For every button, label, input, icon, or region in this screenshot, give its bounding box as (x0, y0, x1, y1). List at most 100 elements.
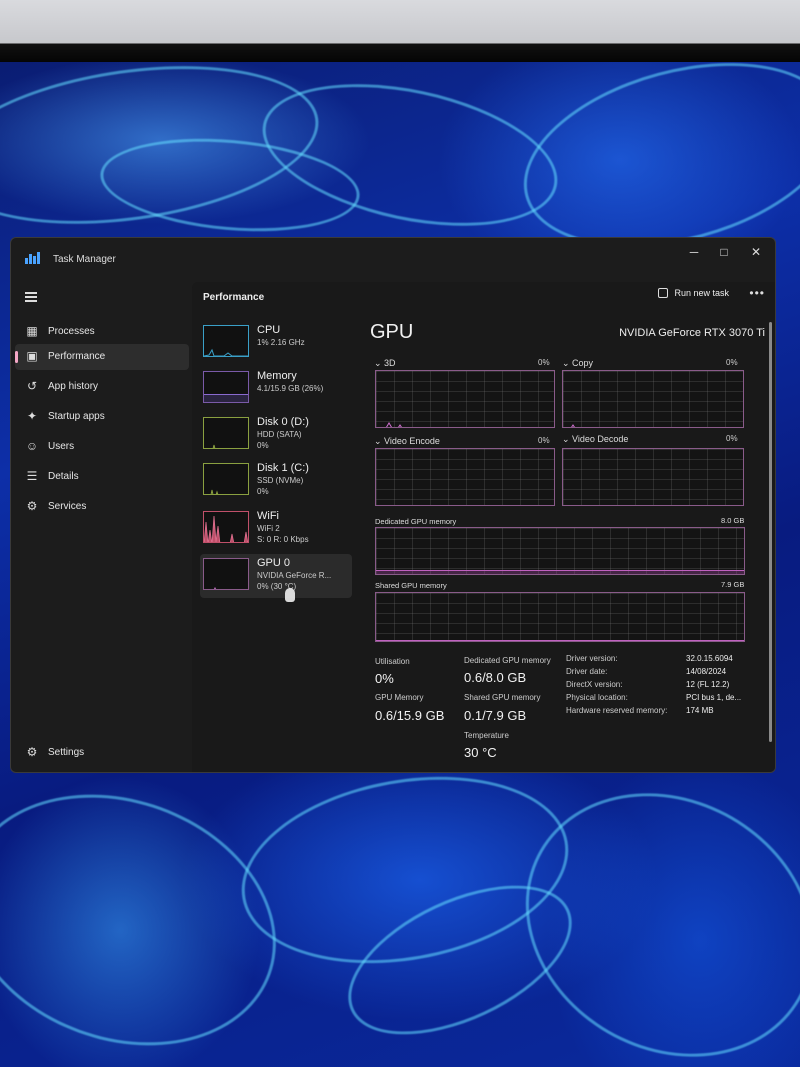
window-title: Task Manager (53, 254, 116, 265)
close-button[interactable]: ✕ (741, 242, 771, 262)
device-gpu-0[interactable]: GPU 0 NVIDIA GeForce R... 0% (30 °C) (200, 554, 352, 598)
disk-0-thumbnail-graph (203, 417, 249, 449)
hamburger-menu-icon[interactable] (25, 292, 37, 302)
page-title: Performance (203, 292, 265, 303)
disk-1-thumbnail-graph (203, 463, 249, 495)
performance-icon: ▣ (26, 349, 38, 363)
temperature-label: Temperature (464, 731, 509, 740)
sidebar-item-services[interactable]: ⚙ Services (15, 494, 189, 520)
driver-date-label: Driver date: (566, 667, 608, 676)
run-new-task-label: Run new task (674, 288, 729, 298)
wifi-thumbnail-graph (203, 511, 249, 543)
disk-0-sparkline (212, 444, 216, 448)
cpu-sparkline (204, 348, 248, 356)
disk-1-sparkline (210, 489, 219, 494)
device-detail: 4.1/15.9 GB (26%) (257, 384, 324, 393)
physical-location-label: Physical location: (566, 693, 628, 702)
shared-stat-label: Shared GPU memory (464, 693, 541, 702)
engine-video-decode-percent: 0% (726, 434, 738, 443)
physical-location-value: PCI bus 1, de... (686, 693, 742, 702)
engine-copy-graph (562, 370, 744, 428)
hardware-reserved-memory-label: Hardware reserved memory: (566, 706, 668, 715)
sidebar-item-label: Startup apps (48, 411, 105, 422)
task-manager-window: Task Manager ─ □ ✕ ▦ Processes ▣ Perform… (10, 237, 776, 773)
gpu-title: GPU (370, 321, 414, 343)
device-cpu[interactable]: CPU 1% 2.16 GHz (200, 321, 352, 365)
engine-copy-label[interactable]: ⌄ Copy (562, 358, 593, 369)
sidebar-item-app-history[interactable]: ↺ App history (15, 374, 189, 400)
device-detail: 0% (257, 441, 269, 450)
device-name: CPU (257, 324, 281, 336)
device-list: CPU 1% 2.16 GHz Memory 4.1/15.9 GB (26%)… (192, 315, 354, 772)
sidebar-item-label: Processes (48, 326, 95, 337)
startup-apps-icon: ✦ (26, 409, 38, 423)
engine-3d-line (386, 422, 402, 427)
task-manager-icon (25, 252, 40, 264)
device-detail: 0% (257, 487, 269, 496)
sidebar-item-details[interactable]: ☰ Details (15, 464, 189, 490)
temperature-value: 30 °C (464, 745, 497, 760)
directx-version-value: 12 (FL 12.2) (686, 680, 730, 689)
engine-video-decode-label[interactable]: ⌄ Video Decode (562, 434, 628, 445)
engine-copy-percent: 0% (726, 358, 738, 367)
title-bar[interactable]: Task Manager ─ □ ✕ (11, 238, 775, 282)
engine-video-encode-percent: 0% (538, 436, 550, 445)
detail-scrollbar[interactable] (769, 322, 772, 742)
services-icon: ⚙ (26, 499, 38, 513)
device-disk-1[interactable]: Disk 1 (C:) SSD (NVMe) 0% (200, 459, 352, 503)
sidebar-item-users[interactable]: ☺ Users (15, 434, 189, 460)
sidebar-item-label: Services (48, 501, 87, 512)
sidebar-item-processes[interactable]: ▦ Processes (15, 319, 189, 345)
sidebar-item-performance[interactable]: ▣ Performance (15, 344, 189, 370)
memory-thumbnail-graph (203, 371, 249, 403)
gpu-memory-value: 0.6/15.9 GB (375, 708, 445, 723)
settings-icon: ⚙ (26, 745, 38, 759)
sidebar-item-label: Details (48, 471, 79, 482)
sidebar-item-label: Performance (48, 351, 106, 362)
sidebar-item-startup-apps[interactable]: ✦ Startup apps (15, 404, 189, 430)
engine-3d-label[interactable]: ⌄ 3D (374, 358, 396, 369)
shared-memory-label: Shared GPU memory (375, 581, 447, 590)
utilisation-value: 0% (375, 671, 394, 686)
utilisation-label: Utilisation (375, 657, 410, 666)
device-detail: SSD (NVMe) (257, 476, 304, 485)
app-history-icon: ↺ (26, 379, 38, 393)
device-detail: HDD (SATA) (257, 430, 302, 439)
engine-video-encode-label[interactable]: ⌄ Video Encode (374, 436, 440, 447)
sidebar-item-label: Settings (48, 747, 85, 758)
engine-copy-line (571, 424, 575, 427)
wifi-sparkline (204, 515, 248, 542)
device-name: Memory (257, 370, 297, 382)
device-detail: S: 0 R: 0 Kbps (257, 535, 309, 544)
dedicated-stat-value: 0.6/8.0 GB (464, 670, 527, 685)
driver-version-label: Driver version: (566, 654, 618, 663)
device-detail: 1% 2.16 GHz (257, 338, 305, 347)
directx-version-label: DirectX version: (566, 680, 623, 689)
gpu-thumbnail-graph (203, 558, 249, 590)
engine-video-decode-graph (562, 448, 744, 506)
shared-stat-value: 0.1/7.9 GB (464, 708, 527, 723)
device-name: Disk 0 (D:) (257, 416, 309, 428)
engine-3d-graph (375, 370, 555, 428)
mouse-cursor-icon (285, 588, 295, 602)
run-new-task-button[interactable]: Run new task (658, 288, 729, 298)
minimize-button[interactable]: ─ (679, 242, 709, 262)
sidebar-item-settings[interactable]: ⚙ Settings (15, 740, 189, 766)
shared-memory-max: 7.9 GB (721, 580, 745, 589)
cpu-thumbnail-graph (203, 325, 249, 357)
hardware-reserved-memory-value: 174 MB (686, 706, 714, 715)
device-name: GPU 0 (257, 557, 291, 569)
gpu-sparkline (213, 586, 217, 589)
device-wifi[interactable]: WiFi WiFi 2 S: 0 R: 0 Kbps (200, 507, 352, 551)
driver-date-value: 14/08/2024 (686, 667, 727, 676)
device-detail: WiFi 2 (257, 524, 280, 533)
run-task-icon (658, 288, 669, 298)
maximize-button[interactable]: □ (709, 242, 739, 262)
more-options-icon[interactable]: ••• (749, 286, 765, 300)
device-disk-0[interactable]: Disk 0 (D:) HDD (SATA) 0% (200, 413, 352, 457)
main-panel: Performance Run new task ••• CPU 1% 2.16… (192, 282, 775, 772)
engine-video-encode-graph (375, 448, 555, 506)
device-name: WiFi (257, 510, 279, 522)
device-memory[interactable]: Memory 4.1/15.9 GB (26%) (200, 367, 352, 411)
gpu-memory-label: GPU Memory (375, 693, 424, 702)
